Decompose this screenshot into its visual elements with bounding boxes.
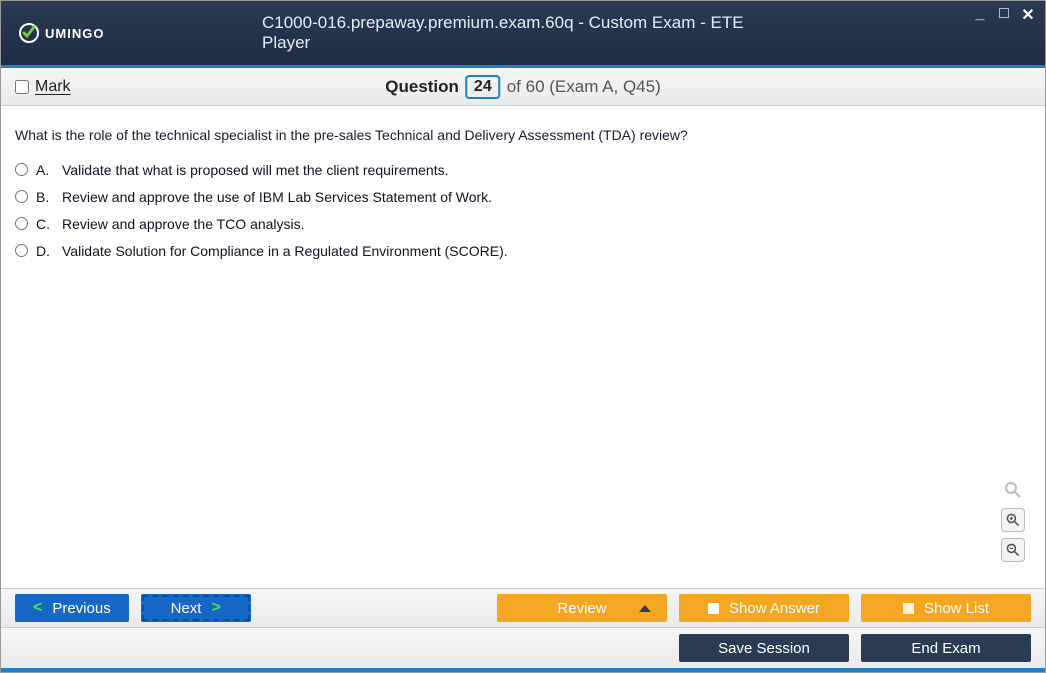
nav-footer: < Previous Next > Review Show Answer Sho…	[1, 588, 1045, 628]
next-label: Next	[171, 600, 202, 617]
previous-button[interactable]: < Previous	[15, 594, 129, 622]
options-list: A. Validate that what is proposed will m…	[15, 159, 1031, 263]
close-button[interactable]: ✕	[1019, 5, 1037, 25]
zoom-out-button[interactable]	[1001, 538, 1025, 562]
zoom-controls	[1001, 478, 1025, 562]
option-b[interactable]: B. Review and approve the use of IBM Lab…	[15, 186, 1031, 209]
option-text: Validate Solution for Compliance in a Re…	[62, 240, 508, 263]
mark-label: Mark	[35, 78, 71, 96]
zoom-in-button[interactable]	[1001, 508, 1025, 532]
titlebar: UMINGO C1000-016.prepaway.premium.exam.6…	[1, 1, 1045, 65]
mark-checkbox-wrap[interactable]: Mark	[15, 78, 71, 96]
option-d[interactable]: D. Validate Solution for Compliance in a…	[15, 240, 1031, 263]
next-button[interactable]: Next >	[141, 594, 251, 622]
question-counter: Question 24 of 60 (Exam A, Q45)	[385, 75, 660, 99]
checkmark-logo-icon	[17, 21, 41, 45]
review-label: Review	[557, 600, 606, 617]
option-radio[interactable]	[15, 244, 28, 257]
option-text: Validate that what is proposed will met …	[62, 159, 449, 182]
search-icon[interactable]	[1001, 478, 1025, 502]
maximize-button[interactable]: □	[995, 5, 1013, 25]
end-exam-label: End Exam	[911, 640, 980, 657]
option-text: Review and approve the use of IBM Lab Se…	[62, 186, 492, 209]
question-word: Question	[385, 77, 459, 97]
mark-checkbox[interactable]	[15, 80, 29, 94]
option-text: Review and approve the TCO analysis.	[62, 213, 305, 236]
option-a[interactable]: A. Validate that what is proposed will m…	[15, 159, 1031, 182]
question-text: What is the role of the technical specia…	[15, 124, 1031, 147]
option-letter: A.	[36, 159, 54, 182]
question-number: 24	[465, 75, 501, 99]
option-letter: B.	[36, 186, 54, 209]
end-exam-button[interactable]: End Exam	[861, 634, 1031, 662]
logo-text: UMINGO	[45, 26, 104, 41]
save-session-button[interactable]: Save Session	[679, 634, 849, 662]
window-title: C1000-016.prepaway.premium.exam.60q - Cu…	[262, 13, 784, 53]
question-content: What is the role of the technical specia…	[1, 106, 1045, 281]
show-list-label: Show List	[924, 600, 989, 617]
session-footer: Save Session End Exam	[1, 628, 1045, 668]
previous-label: Previous	[52, 600, 110, 617]
show-answer-button[interactable]: Show Answer	[679, 594, 849, 622]
option-radio[interactable]	[15, 190, 28, 203]
window-controls: _ □ ✕	[971, 5, 1037, 25]
option-letter: C.	[36, 213, 54, 236]
option-letter: D.	[36, 240, 54, 263]
footer-accent-line	[1, 668, 1045, 672]
review-button[interactable]: Review	[497, 594, 667, 622]
list-icon	[903, 603, 914, 614]
option-radio[interactable]	[15, 217, 28, 230]
show-answer-label: Show Answer	[729, 600, 820, 617]
show-list-button[interactable]: Show List	[861, 594, 1031, 622]
triangle-up-icon	[639, 605, 651, 612]
minimize-button[interactable]: _	[971, 5, 989, 25]
option-c[interactable]: C. Review and approve the TCO analysis.	[15, 213, 1031, 236]
app-logo: UMINGO	[17, 21, 104, 45]
chevron-right-icon: >	[211, 599, 220, 617]
square-icon	[708, 603, 719, 614]
option-radio[interactable]	[15, 163, 28, 176]
chevron-left-icon: <	[33, 599, 42, 617]
question-of-text: of 60 (Exam A, Q45)	[507, 77, 661, 97]
save-session-label: Save Session	[718, 640, 810, 657]
question-header: Mark Question 24 of 60 (Exam A, Q45)	[1, 68, 1045, 106]
